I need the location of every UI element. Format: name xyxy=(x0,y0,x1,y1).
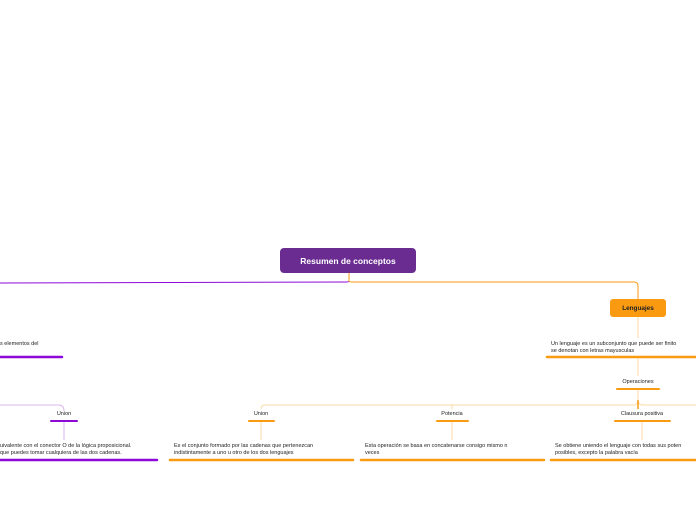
root-topic[interactable]: Resumen de conceptos xyxy=(280,248,416,273)
op-potencia-desc[interactable]: Esta operación se basa en concatenarse c… xyxy=(365,443,545,457)
op-clausura-desc[interactable]: Se obtiene uniendo el lenguaje con todas… xyxy=(555,443,696,457)
lenguajes-topic[interactable]: Lenguajes xyxy=(610,299,666,317)
mind-map-canvas: Resumen de conceptos s elementos del Uni… xyxy=(0,0,696,520)
operaciones-label[interactable]: Operaciones xyxy=(622,379,653,386)
connector-root-left xyxy=(0,273,350,284)
connector-root-lenguajes xyxy=(348,273,639,299)
connector-operaciones-union xyxy=(260,390,639,410)
left-fragment-text[interactable]: s elementos del xyxy=(0,341,39,348)
op-clausura-label[interactable]: Clausura positiva xyxy=(621,411,663,418)
op-union-label[interactable]: Union xyxy=(254,411,268,418)
connector-operaciones-right xyxy=(637,399,696,406)
connector-left-union xyxy=(0,404,65,412)
left-union-label[interactable]: Union xyxy=(57,411,71,418)
lenguajes-desc[interactable]: Un lenguaje es un subconjunto que puede … xyxy=(551,341,696,355)
left-union-desc[interactable]: uivalente con el conector O de la lógica… xyxy=(0,443,160,457)
op-union-desc[interactable]: Es el conjunto formado por las cadenas q… xyxy=(174,443,354,457)
op-potencia-label[interactable]: Potencia xyxy=(441,411,462,418)
